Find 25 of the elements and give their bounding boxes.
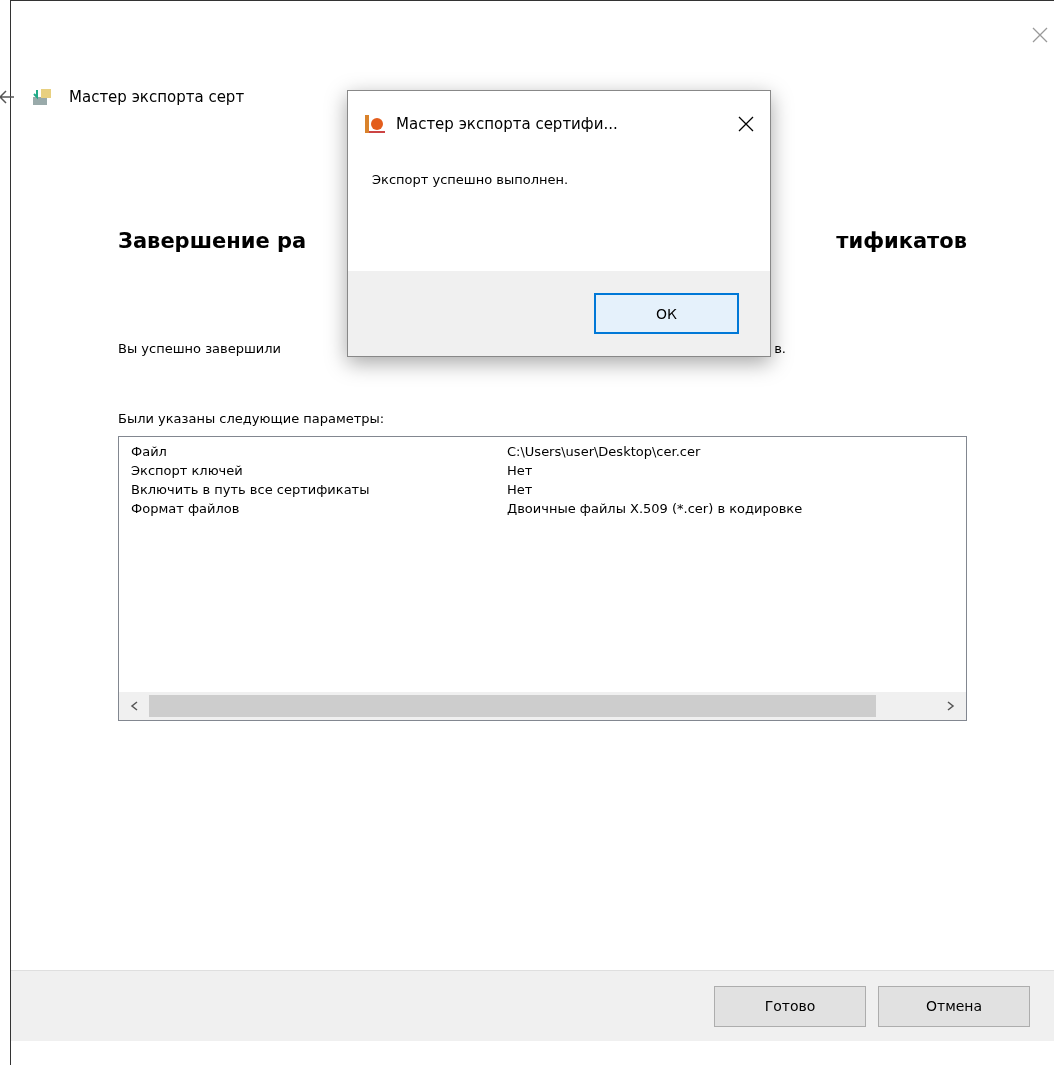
dialog-message: Экспорт успешно выполнен.: [372, 172, 569, 187]
wizard-button[interactable]: Готово: [714, 985, 866, 1027]
page-heading: Завершение ра: [118, 229, 307, 253]
wizard-button[interactable]: Отмена: [878, 985, 1030, 1027]
intro-text: в.: [774, 341, 786, 356]
parameters-label: Были указаны следующие параметры:: [118, 411, 386, 426]
parameter-name: Включить в путь все сертификаты: [131, 482, 371, 497]
parameter-value: C:\Users\user\Desktop\cer.cer: [507, 444, 702, 459]
parameter-value: Нет: [507, 463, 534, 478]
parameter-name: Экспорт ключей: [131, 463, 244, 478]
page-heading: тификатов: [836, 229, 967, 253]
dialog-title: Мастер экспорта сертифи...: [396, 115, 619, 133]
parameter-value: Нет: [507, 482, 534, 497]
close-icon[interactable]: [738, 116, 754, 132]
wizard-title: Мастер экспорта серт: [69, 88, 245, 106]
back-arrow-icon[interactable]: [0, 90, 15, 104]
parameter-name: Формат файлов: [131, 501, 241, 516]
horizontal-scrollbar[interactable]: [119, 692, 966, 720]
app-icon: [364, 114, 386, 134]
certificate-icon: [31, 87, 53, 107]
ok-button[interactable]: ОК: [594, 293, 739, 334]
parameter-name: Файл: [131, 444, 168, 459]
intro-text: Вы успешно завершили: [118, 341, 282, 356]
parameter-value: Двоичные файлы X.509 (*.cer) в кодировке: [507, 501, 804, 516]
scrollbar-thumb[interactable]: [149, 695, 876, 717]
